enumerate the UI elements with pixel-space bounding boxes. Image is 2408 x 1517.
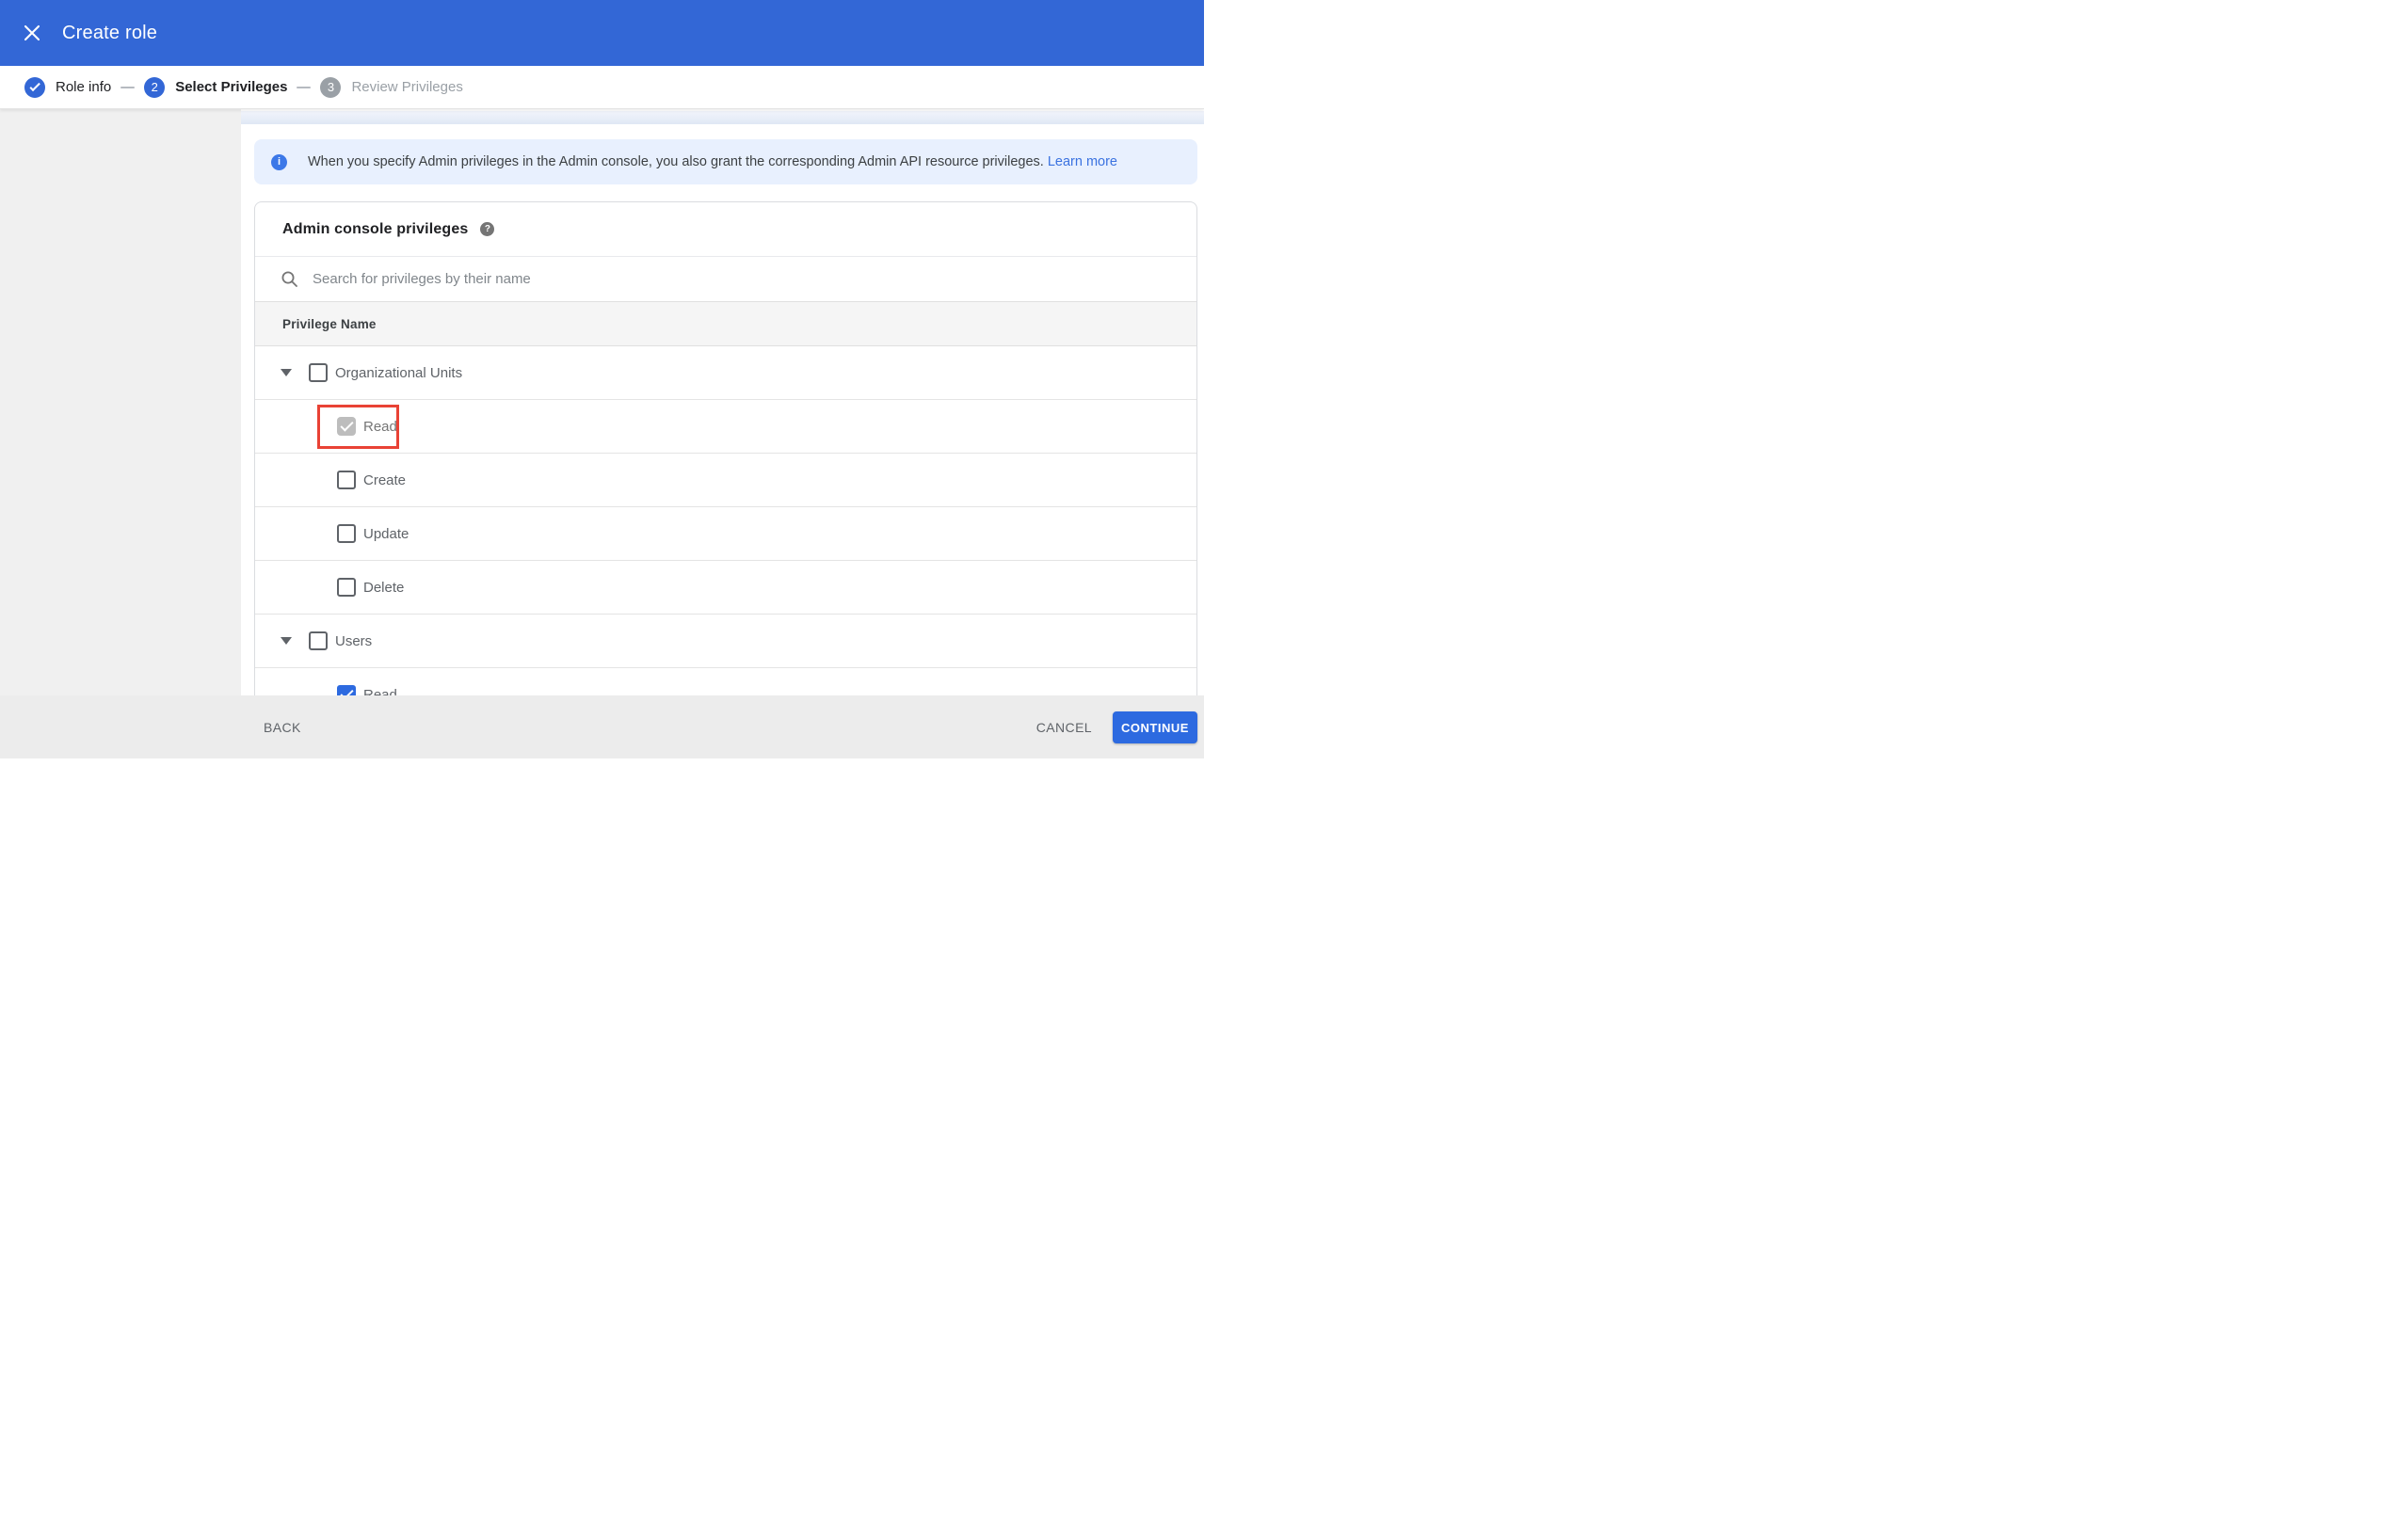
search-input[interactable] (313, 271, 1196, 287)
expand-collapse-icon[interactable] (281, 637, 292, 645)
card-header: Admin console privileges ? (255, 202, 1196, 256)
step-label: Role info (56, 79, 112, 95)
privilege-label: Users (335, 632, 373, 649)
privileges-card: Admin console privileges ? Privilege Nam… (254, 201, 1197, 695)
expand-collapse-icon[interactable] (281, 369, 292, 376)
privilege-row-update: Update (255, 507, 1196, 561)
create-role-dialog: Create role Role info 2 Select Privileges 3… (0, 0, 1204, 758)
privilege-row-read: Read (255, 400, 1196, 454)
step-label: Select Privileges (175, 79, 288, 95)
dialog-header: Create role (0, 0, 1204, 66)
step-separator (120, 86, 136, 88)
scrolled-content-edge (241, 111, 1204, 124)
checkbox-update[interactable] (337, 524, 356, 543)
dialog-body: i When you specify Admin privileges in t… (0, 109, 1204, 695)
checkbox-delete[interactable] (337, 578, 356, 597)
info-banner: i When you specify Admin privileges in t… (254, 139, 1197, 184)
left-panel (0, 109, 241, 695)
step-select-privileges[interactable]: 2 Select Privileges (144, 76, 288, 98)
privilege-row-organizational-units: Organizational Units (255, 346, 1196, 400)
column-header-privilege-name: Privilege Name (282, 316, 377, 331)
privileges-search-row (255, 256, 1196, 301)
privilege-row-read: Read (255, 668, 1196, 695)
privilege-label: Update (363, 525, 409, 542)
card-title: Admin console privileges (282, 220, 469, 237)
checkbox-read[interactable] (337, 685, 356, 695)
checkbox-organizational-units[interactable] (309, 363, 328, 382)
step-role-info[interactable]: Role info (24, 76, 112, 98)
step-check-icon (24, 76, 45, 98)
step-review-privileges[interactable]: 3 Review Privileges (320, 76, 463, 98)
privilege-label: Delete (363, 579, 405, 596)
learn-more-link[interactable]: Learn more (1048, 154, 1117, 169)
privilege-row-delete: Delete (255, 561, 1196, 615)
step-number: 3 (320, 76, 342, 98)
privilege-tree: Organizational Units Read Create Update Dele… (255, 346, 1196, 695)
dialog-title: Create role (62, 22, 158, 43)
step-number: 2 (144, 76, 166, 98)
privilege-row-create: Create (255, 454, 1196, 507)
help-icon[interactable]: ? (480, 222, 495, 236)
info-banner-text: When you specify Admin privileges in the… (308, 154, 1117, 169)
close-icon[interactable] (13, 14, 51, 52)
footer-bar: BACK CANCEL CONTINUE (0, 695, 1204, 758)
step-label: Review Privileges (351, 79, 463, 95)
content-area: i When you specify Admin privileges in t… (241, 109, 1204, 695)
privilege-row-users: Users (255, 615, 1196, 668)
search-icon (281, 271, 297, 287)
info-icon: i (271, 153, 287, 170)
step-separator (297, 86, 312, 88)
checkbox-create[interactable] (337, 471, 356, 489)
privilege-label: Read (363, 686, 397, 696)
continue-button[interactable]: CONTINUE (1113, 711, 1197, 743)
privilege-label: Read (363, 418, 397, 435)
stepper: Role info 2 Select Privileges 3 Review Privi… (0, 66, 1204, 109)
table-header-row: Privilege Name (255, 301, 1196, 346)
checkbox-users[interactable] (309, 631, 328, 650)
back-button[interactable]: BACK (250, 695, 314, 758)
privilege-label: Create (363, 471, 407, 488)
checkbox-read[interactable] (337, 417, 356, 436)
privilege-label: Organizational Units (335, 364, 463, 381)
cancel-button[interactable]: CANCEL (1023, 695, 1105, 758)
